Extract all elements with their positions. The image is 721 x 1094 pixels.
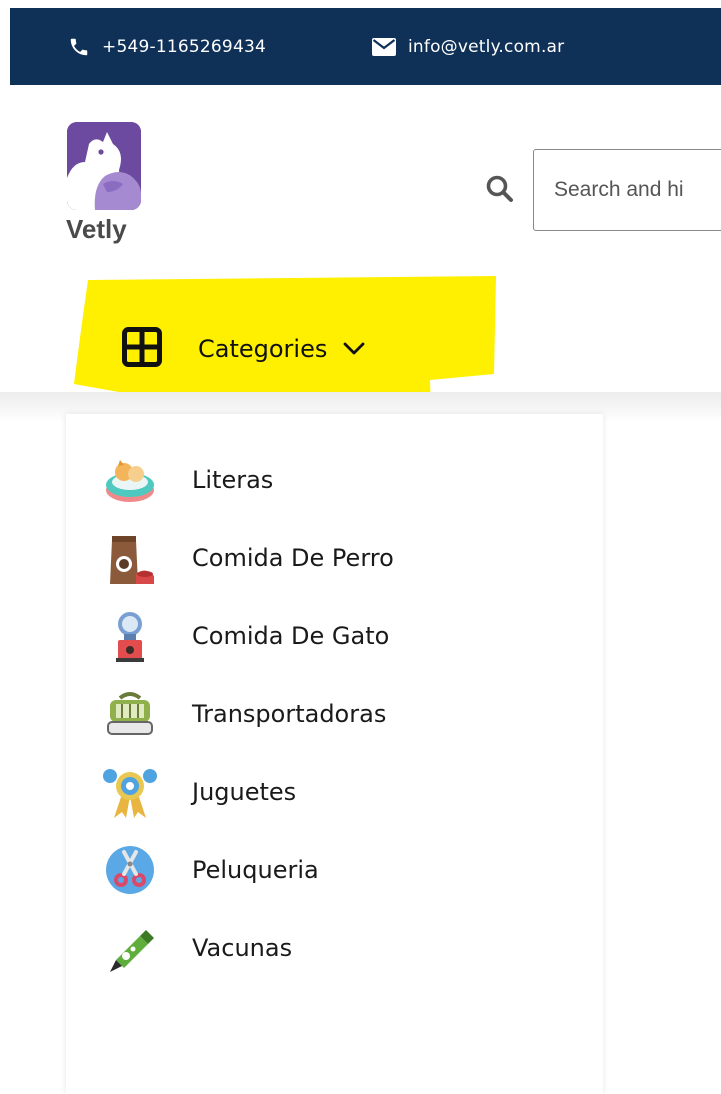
category-item-comida-de-gato[interactable]: Comida De Gato xyxy=(102,608,389,664)
dog-food-bag-icon xyxy=(102,530,158,586)
category-item-literas[interactable]: Literas xyxy=(102,452,273,508)
email-address: info@vetly.com.ar xyxy=(408,36,565,57)
toy-bone-icon xyxy=(102,764,158,820)
category-label: Transportadoras xyxy=(192,700,387,728)
contact-bar: +549-1165269434 info@vetly.com.ar xyxy=(10,8,721,85)
phone-number: +549-1165269434 xyxy=(102,36,266,57)
categories-dropdown: Literas Comida De Perro Comida De Gato T… xyxy=(66,414,603,1094)
envelope-icon xyxy=(372,37,396,56)
grid-icon xyxy=(122,327,162,371)
categories-label: Categories xyxy=(198,335,328,363)
category-label: Juguetes xyxy=(192,778,297,806)
category-label: Peluqueria xyxy=(192,856,319,884)
category-label: Comida De Gato xyxy=(192,622,390,650)
email-contact[interactable]: info@vetly.com.ar xyxy=(372,8,564,85)
vaccine-syringe-icon xyxy=(102,920,158,976)
grooming-scissors-icon xyxy=(102,842,158,898)
category-item-vacunas[interactable]: Vacunas xyxy=(102,920,292,976)
search-icon[interactable] xyxy=(483,172,517,206)
category-label: Comida De Perro xyxy=(192,544,394,572)
categories-toggle[interactable]: Categories xyxy=(122,326,365,372)
category-item-transportadoras[interactable]: Transportadoras xyxy=(102,686,386,742)
category-label: Vacunas xyxy=(192,934,293,962)
phone-icon xyxy=(68,36,90,58)
phone-contact[interactable]: +549-1165269434 xyxy=(68,8,266,85)
category-item-comida-de-perro[interactable]: Comida De Perro xyxy=(102,530,394,586)
chevron-down-icon xyxy=(343,342,365,356)
brand-name: Vetly xyxy=(66,214,127,244)
category-item-peluqueria[interactable]: Peluqueria xyxy=(102,842,319,898)
pet-carrier-icon xyxy=(102,686,158,742)
cat-dog-logo-icon xyxy=(67,122,141,210)
category-item-juguetes[interactable]: Juguetes xyxy=(102,764,296,820)
cat-food-dispenser-icon xyxy=(102,608,158,664)
brand-logo[interactable]: Vetly xyxy=(66,122,142,252)
litter-bed-icon xyxy=(102,452,158,508)
search-input[interactable] xyxy=(554,173,721,207)
search-box xyxy=(533,149,721,231)
category-label: Literas xyxy=(192,466,274,494)
